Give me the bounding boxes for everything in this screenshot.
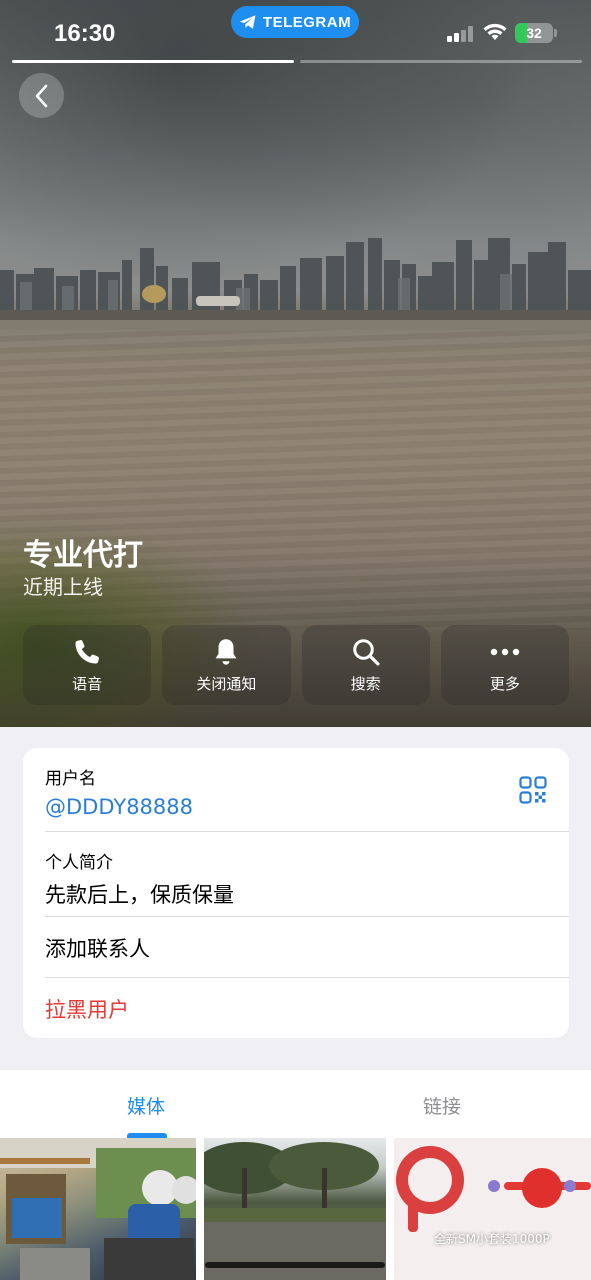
profile-info-card: 用户名 @DDDY88888 个人简介 先款后上，保质保量 添加联系人 拉黑用户 [23, 748, 569, 1038]
phone-icon [75, 639, 100, 663]
username-value[interactable]: @DDDY88888 [45, 795, 569, 819]
qr-code-icon[interactable] [519, 776, 547, 804]
search-icon [352, 638, 380, 665]
back-button[interactable] [19, 73, 64, 118]
bio-label: 个人简介 [45, 853, 113, 873]
story-segment [300, 60, 582, 63]
more-label: 更多 [489, 674, 520, 693]
username-label: 用户名 [45, 769, 96, 789]
voice-call-button[interactable]: 语音 [23, 625, 152, 705]
delivery-riders-photo [0, 1138, 196, 1280]
telegram-app-pill[interactable]: TELEGRAM [231, 6, 359, 38]
media-grid: 全新SM小套装1000P [0, 1138, 591, 1280]
bio-row: 个人简介 先款后上，保质保量 [23, 848, 569, 909]
wifi-icon [483, 23, 507, 40]
park-trees-photo [204, 1142, 386, 1280]
mute-label: 关闭通知 [196, 674, 257, 693]
divider [45, 977, 569, 978]
story-segment [12, 60, 294, 63]
media-thumbnail[interactable] [204, 1138, 386, 1280]
block-user-button[interactable]: 拉黑用户 [23, 994, 569, 1024]
story-segment-fill [12, 60, 294, 63]
username-row[interactable]: 用户名 @DDDY88888 [23, 764, 569, 819]
profile-name: 专业代打 [23, 538, 143, 573]
cellular-signal-icon [447, 26, 475, 42]
battery-percent: 32 [526, 25, 542, 41]
telegram-pill-label: TELEGRAM [262, 13, 352, 31]
search-button[interactable]: 搜索 [301, 625, 430, 705]
telegram-plane-icon [239, 15, 256, 29]
divider [45, 831, 569, 832]
tab-links[interactable]: 链接 [423, 1092, 461, 1119]
more-icon [490, 648, 520, 655]
profile-actions: 语音 关闭通知 搜索 更多 [23, 625, 569, 705]
more-button[interactable]: 更多 [440, 625, 569, 705]
story-progress [12, 60, 582, 64]
status-time: 16:30 [54, 20, 116, 47]
profile-header-photo [0, 0, 591, 727]
media-caption: 全新SM小套装1000P [434, 1232, 550, 1246]
mute-button[interactable]: 关闭通知 [162, 625, 291, 705]
chevron-left-icon [35, 84, 47, 107]
battery-indicator: 32 [515, 23, 553, 43]
bell-icon [215, 638, 237, 665]
media-thumbnail[interactable]: 全新SM小套装1000P [394, 1138, 591, 1280]
shared-content-tabs: 媒体 链接 [0, 1070, 591, 1138]
media-thumbnail[interactable] [0, 1138, 196, 1280]
search-label: 搜索 [350, 674, 381, 693]
tab-media[interactable]: 媒体 [127, 1092, 165, 1119]
add-contact-button[interactable]: 添加联系人 [23, 933, 569, 963]
battery-tip [554, 29, 557, 37]
product-photo [394, 1138, 591, 1280]
city-skyline [0, 238, 591, 320]
voice-call-label: 语音 [72, 674, 103, 693]
bio-value: 先款后上，保质保量 [45, 883, 234, 907]
profile-last-seen: 近期上线 [23, 575, 103, 599]
divider [45, 916, 569, 917]
home-indicator[interactable] [205, 1262, 385, 1268]
